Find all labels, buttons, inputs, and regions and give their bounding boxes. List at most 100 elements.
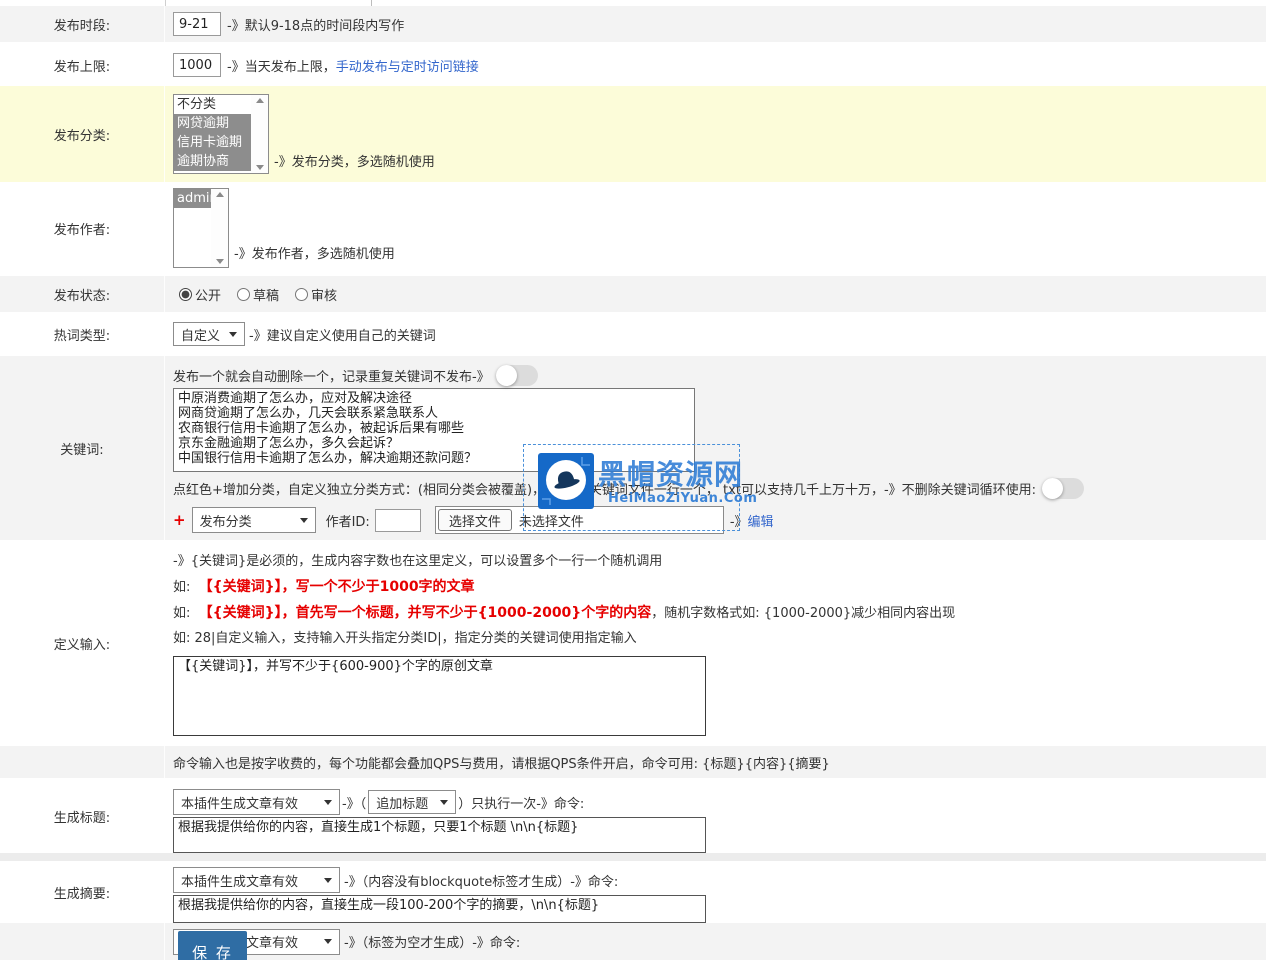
author-id-input[interactable]: [375, 509, 421, 532]
edit-arrow: -》: [730, 511, 748, 530]
status-radio-review[interactable]: 审核: [295, 285, 337, 304]
row-publish-category: 发布分类: 不分类 网贷逾期 信用卡逾期 逾期协商 -》发布分类，多选随机使用: [0, 86, 1266, 182]
title-scope-select[interactable]: 本插件生成文章有效: [173, 789, 340, 815]
loop-keywords-toggle[interactable]: [1042, 478, 1084, 499]
row-separator: [0, 853, 1266, 861]
status-radio-public[interactable]: 公开: [179, 285, 221, 304]
category-option[interactable]: 网贷逾期: [174, 114, 251, 133]
generate-summary-label: 生成摘要:: [54, 883, 110, 902]
author-option[interactable]: admin: [174, 189, 211, 208]
publish-limit-label: 发布上限:: [54, 56, 110, 75]
chevron-down-icon: [324, 800, 332, 805]
generate-summary-textarea[interactable]: 根据我提供给你的内容，直接生成一段100-200个字的摘要，\n\n{标题}: [173, 895, 706, 923]
keyword-file-input[interactable]: 选择文件 未选择文件: [435, 506, 724, 534]
radio-review-label: 审核: [311, 285, 337, 304]
choose-file-button[interactable]: 选择文件: [438, 509, 512, 531]
author-id-label: 作者ID:: [326, 511, 370, 530]
hotword-type-hint: -》建议自定义使用自己的关键词: [249, 325, 436, 344]
hotword-type-label: 热词类型:: [54, 325, 110, 344]
define-input-line1: -》{关键词}是必须的，生成内容字数也在这里定义，可以设置多个一行一个随机调用: [173, 554, 1266, 570]
row-generate-title: 生成标题: 本插件生成文章有效 -》（ 追加标题 ）只执行一次-》命令: 根据我…: [0, 780, 1266, 853]
row-generate-summary: 生成摘要: 本插件生成文章有效 -》（内容没有blockquote标签才生成）-…: [0, 861, 1266, 923]
define-input-label: 定义输入:: [54, 634, 110, 653]
summary-scope-select[interactable]: 本插件生成文章有效: [173, 867, 340, 893]
keywords-label: 关键词:: [60, 439, 103, 458]
example-rest-text: ，随机字数格式如: {1000-2000}减少相同内容出现: [651, 606, 955, 621]
add-category-button[interactable]: +: [173, 511, 186, 529]
category-option[interactable]: 信用卡逾期: [174, 133, 251, 152]
example-prefix: 如:: [173, 606, 190, 621]
author-multiselect[interactable]: admin: [173, 188, 229, 268]
scroll-down-icon[interactable]: [256, 165, 264, 170]
hotword-type-value: 自定义: [181, 325, 220, 344]
generate-title-textarea[interactable]: 根据我提供给你的内容，直接生成1个标题，只要1个标题 \n\n{标题}: [173, 817, 706, 853]
keywords-toggle-hint: 发布一个就会自动删除一个，记录重复关键词不发布-》: [173, 366, 490, 385]
file-status-text: 未选择文件: [519, 511, 584, 530]
publish-category-hint: -》发布分类，多选随机使用: [274, 151, 435, 170]
publish-time-hint: -》默认9-18点的时间段内写作: [227, 15, 404, 34]
row-publish-time: 发布时段: -》默认9-18点的时间段内写作: [0, 6, 1266, 42]
scroll-up-icon[interactable]: [256, 98, 264, 103]
publish-time-input[interactable]: [173, 12, 221, 36]
edit-link[interactable]: 编辑: [748, 511, 774, 530]
publish-limit-input[interactable]: [173, 53, 221, 77]
keywords-tip: 点红色+增加分类，自定义独立分类方式：(相同分类会被覆盖)，支持txt关键词文件…: [173, 479, 1036, 498]
title-mode-value: 追加标题: [376, 793, 428, 812]
chevron-down-icon: [324, 939, 332, 944]
radio-public-input[interactable]: [179, 288, 192, 301]
manual-publish-link[interactable]: 手动发布与定时访问链接: [336, 56, 479, 75]
toggle-knob: [1042, 478, 1063, 499]
publish-author-hint: -》发布作者，多选随机使用: [234, 243, 395, 262]
chevron-down-icon: [440, 800, 448, 805]
row-define-input: 定义输入: -》{关键词}是必须的，生成内容字数也在这里定义，可以设置多个一行一…: [0, 544, 1266, 742]
auto-delete-toggle[interactable]: [496, 365, 538, 386]
status-radio-draft[interactable]: 草稿: [237, 285, 279, 304]
scroll-up-icon[interactable]: [216, 192, 224, 197]
radio-draft-label: 草稿: [253, 285, 279, 304]
define-input-line4: 如: 28|自定义输入，支持输入开头指定分类ID|，指定分类的关键词使用指定输入: [173, 631, 1266, 647]
author-scrollbar[interactable]: [211, 189, 228, 267]
define-input-line3: 如: 【{关键词}】，首先写一个标题，并写不少于{1000-2000}个字的内容…: [173, 605, 1266, 622]
row-publish-status: 发布状态: 公开 草稿 审核: [0, 276, 1266, 312]
publish-limit-hint: -》当天发布上限，: [227, 56, 336, 75]
command-note-text: 命令输入也是按字收费的，每个功能都会叠加QPS与费用，请根据QPS条件开启，命令…: [173, 753, 830, 772]
toggle-knob: [496, 365, 517, 386]
define-input-line2: 如: 【{关键词}】，写一个不少于1000字的文章: [173, 579, 1266, 596]
column-divider: [165, 0, 166, 6]
example-prefix: 如:: [173, 580, 190, 595]
define-input-textarea[interactable]: 【{关键词}】，并写不少于{600-900}个字的原创文章: [173, 656, 706, 736]
chevron-down-icon: [300, 518, 308, 523]
cropped-input-edge: [371, 0, 372, 6]
tags-mid-text: -》（标签为空才生成）-》命令:: [344, 932, 520, 951]
title-mode-select[interactable]: 追加标题: [368, 790, 456, 814]
title-mid-text1: -》（: [342, 793, 366, 812]
chevron-down-icon: [229, 332, 237, 337]
example-red-text: 【{关键词}】，写一个不少于1000字的文章: [199, 579, 475, 595]
title-scope-value: 本插件生成文章有效: [181, 793, 298, 812]
category-scrollbar[interactable]: [251, 95, 268, 173]
category-dropdown[interactable]: 发布分类: [192, 507, 316, 533]
category-multiselect[interactable]: 不分类 网贷逾期 信用卡逾期 逾期协商: [173, 94, 269, 174]
generate-title-label: 生成标题:: [54, 807, 110, 826]
radio-draft-input[interactable]: [237, 288, 250, 301]
save-button[interactable]: 保 存: [178, 931, 247, 960]
row-publish-limit: 发布上限: -》当天发布上限， 手动发布与定时访问链接: [0, 46, 1266, 84]
category-dropdown-value: 发布分类: [200, 511, 252, 530]
category-option[interactable]: 不分类: [174, 95, 251, 114]
hotword-type-select[interactable]: 自定义: [173, 322, 245, 346]
summary-scope-value: 本插件生成文章有效: [181, 871, 298, 890]
scroll-down-icon[interactable]: [216, 259, 224, 264]
row-hotword-type: 热词类型: 自定义 -》建议自定义使用自己的关键词: [0, 316, 1266, 352]
publish-author-label: 发布作者:: [54, 219, 110, 238]
keywords-textarea[interactable]: 中原消费逾期了怎么办，应对及解决途径 网商贷逾期了怎么办，几天会联系紧急联系人 …: [173, 388, 695, 472]
radio-public-label: 公开: [195, 285, 221, 304]
title-mid-text2: ）只执行一次-》命令:: [458, 793, 584, 812]
row-command-note: 命令输入也是按字收费的，每个功能都会叠加QPS与费用，请根据QPS条件开启，命令…: [0, 746, 1266, 778]
row-publish-author: 发布作者: admin -》发布作者，多选随机使用: [0, 186, 1266, 270]
publish-time-label: 发布时段:: [54, 15, 110, 34]
category-option[interactable]: 逾期协商: [174, 152, 251, 171]
example-red-text: 【{关键词}】，首先写一个标题，并写不少于{1000-2000}个字的内容: [199, 605, 652, 621]
radio-review-input[interactable]: [295, 288, 308, 301]
row-keywords: 关键词: 发布一个就会自动删除一个，记录重复关键词不发布-》 中原消费逾期了怎么…: [0, 356, 1266, 540]
publish-status-label: 发布状态:: [54, 285, 110, 304]
